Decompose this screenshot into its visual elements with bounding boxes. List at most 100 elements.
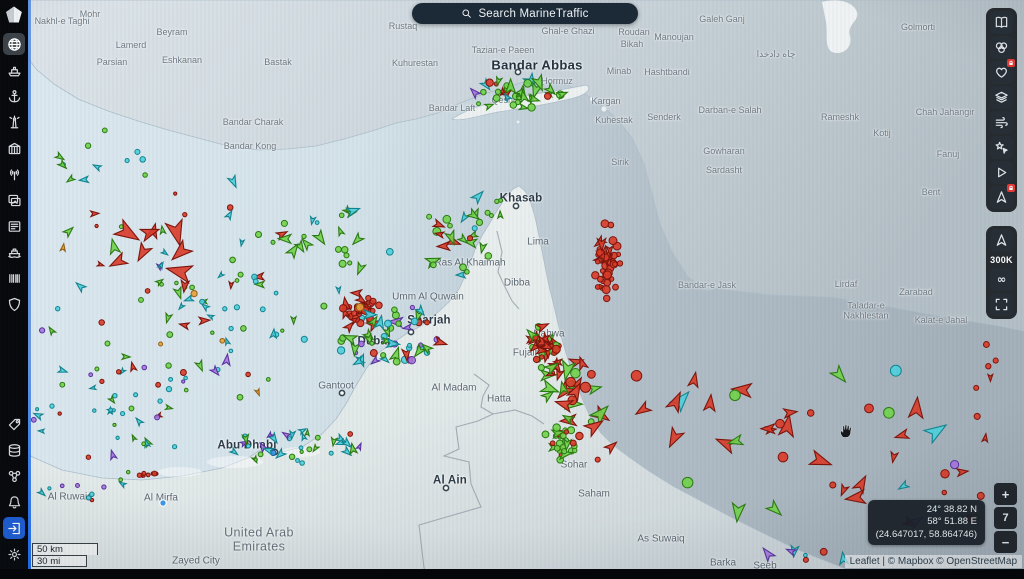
vessel-marker[interactable] (580, 382, 590, 392)
vessel-marker[interactable] (544, 93, 550, 99)
tracks-nav-lock-icon[interactable] (990, 186, 1013, 209)
vessel-marker[interactable] (134, 393, 138, 397)
vessel-marker[interactable] (510, 102, 517, 109)
vessel-marker[interactable] (131, 434, 137, 441)
vessel-marker[interactable] (281, 220, 287, 226)
vessel-marker[interactable] (183, 212, 187, 216)
map-attribution[interactable]: Leaflet | © Mapbox © OpenStreetMap (845, 555, 1022, 568)
vessel-marker[interactable] (617, 261, 622, 266)
vessel-marker[interactable] (386, 248, 393, 255)
vessel-marker[interactable] (564, 430, 568, 434)
vessel-marker[interactable] (119, 478, 123, 482)
vessel-marker[interactable] (228, 175, 240, 188)
vessel-marker[interactable] (897, 481, 909, 492)
port-terminal-icon[interactable] (3, 137, 25, 159)
vessel-marker[interactable] (688, 371, 700, 387)
vessel-marker[interactable] (60, 484, 64, 488)
map-types-venn-icon[interactable] (990, 36, 1013, 59)
vessel-marker[interactable] (227, 205, 233, 211)
vessel-marker[interactable] (180, 370, 186, 376)
vessel-marker[interactable] (613, 284, 619, 290)
vessel-marker[interactable] (55, 152, 65, 162)
vessel-marker[interactable] (238, 272, 243, 277)
vessel-marker[interactable] (107, 238, 120, 254)
vessel-marker[interactable] (184, 388, 188, 392)
vessel-marker[interactable] (909, 396, 925, 418)
vessel-marker[interactable] (167, 332, 173, 338)
vessel-marker[interactable] (114, 220, 143, 247)
vessel-marker[interactable] (337, 347, 344, 354)
vessel-marker[interactable] (608, 222, 614, 228)
vessel-marker[interactable] (230, 448, 239, 457)
vessel-marker[interactable] (246, 372, 251, 377)
vessel-marker[interactable] (982, 433, 989, 442)
vessel-marker[interactable] (200, 299, 205, 304)
vessel-marker[interactable] (91, 211, 99, 217)
vessel-marker[interactable] (467, 236, 472, 241)
vessel-marker[interactable] (289, 454, 294, 459)
vessel-marker[interactable] (776, 419, 785, 428)
vessel-marker[interactable] (730, 390, 741, 401)
vessel-marker[interactable] (356, 303, 363, 310)
vessel-marker[interactable] (253, 279, 258, 284)
vessel-marker[interactable] (348, 261, 352, 265)
vessel-marker[interactable] (246, 444, 250, 448)
marinetraffic-logo[interactable] (4, 5, 24, 25)
ais-antenna-icon[interactable] (3, 163, 25, 185)
vessel-marker[interactable] (255, 389, 261, 397)
guides-book-icon[interactable] (990, 11, 1013, 34)
vessel-marker[interactable] (993, 358, 998, 363)
news-icon[interactable] (3, 215, 25, 237)
vessel-marker[interactable] (207, 313, 214, 319)
map-canvas[interactable]: Nakhl-e TaghiMohrBeyramLamerdParsianEshk… (0, 0, 1024, 579)
vessel-marker[interactable] (350, 233, 364, 247)
vessel-marker[interactable] (302, 234, 306, 238)
vessel-marker[interactable] (889, 452, 898, 463)
vessel-marker[interactable] (74, 280, 86, 292)
vessel-marker[interactable] (894, 429, 909, 441)
vessel-marker[interactable] (117, 370, 121, 374)
tools-star-cursor-icon[interactable] (990, 136, 1013, 159)
vessel-marker[interactable] (126, 470, 129, 473)
vessel-marker[interactable] (142, 365, 147, 370)
vessel-marker[interactable] (299, 446, 303, 450)
vessel-marker[interactable] (225, 209, 234, 219)
vessel-marker[interactable] (472, 226, 477, 231)
favorites-heart-icon[interactable] (990, 61, 1013, 84)
vessel-marker[interactable] (184, 376, 188, 380)
fullscreen-icon[interactable] (990, 293, 1013, 316)
vessel-marker[interactable] (56, 307, 60, 311)
vessel-marker[interactable] (942, 490, 947, 495)
vessel-marker[interactable] (370, 350, 377, 357)
playback-play-icon[interactable] (990, 161, 1013, 184)
vessel-marker[interactable] (260, 307, 265, 312)
vessel-marker[interactable] (142, 442, 146, 446)
vessel-marker[interactable] (165, 405, 172, 411)
stations-lighthouse-icon[interactable] (3, 111, 25, 133)
vessel-marker[interactable] (977, 492, 984, 499)
ports-anchor-icon[interactable] (3, 85, 25, 107)
vessel-marker[interactable] (108, 449, 116, 459)
vessel-marker[interactable] (342, 247, 348, 253)
vessel-marker[interactable] (613, 262, 618, 267)
vessel-marker[interactable] (89, 385, 96, 390)
vessel-marker[interactable] (838, 484, 849, 497)
vessel-marker[interactable] (392, 307, 398, 313)
live-map-globe-icon[interactable] (3, 33, 25, 55)
vessel-marker[interactable] (983, 342, 989, 348)
vessel-marker[interactable] (407, 343, 411, 347)
vessel-marker[interactable] (562, 449, 567, 454)
vessel-marker[interactable] (158, 399, 162, 403)
vessel-marker[interactable] (766, 501, 785, 519)
vessel-marker[interactable] (459, 212, 470, 224)
vessel-marker[interactable] (356, 442, 363, 450)
vessel-marker[interactable] (234, 305, 239, 310)
vessel-marker[interactable] (159, 226, 165, 234)
vessel-marker[interactable] (427, 214, 432, 219)
vessels-ship-icon[interactable] (3, 59, 25, 81)
vessel-marker[interactable] (385, 320, 392, 327)
vessel-marker[interactable] (633, 402, 651, 419)
vessel-marker[interactable] (408, 357, 415, 364)
vessel-marker[interactable] (595, 457, 600, 462)
vessel-marker[interactable] (100, 379, 104, 383)
